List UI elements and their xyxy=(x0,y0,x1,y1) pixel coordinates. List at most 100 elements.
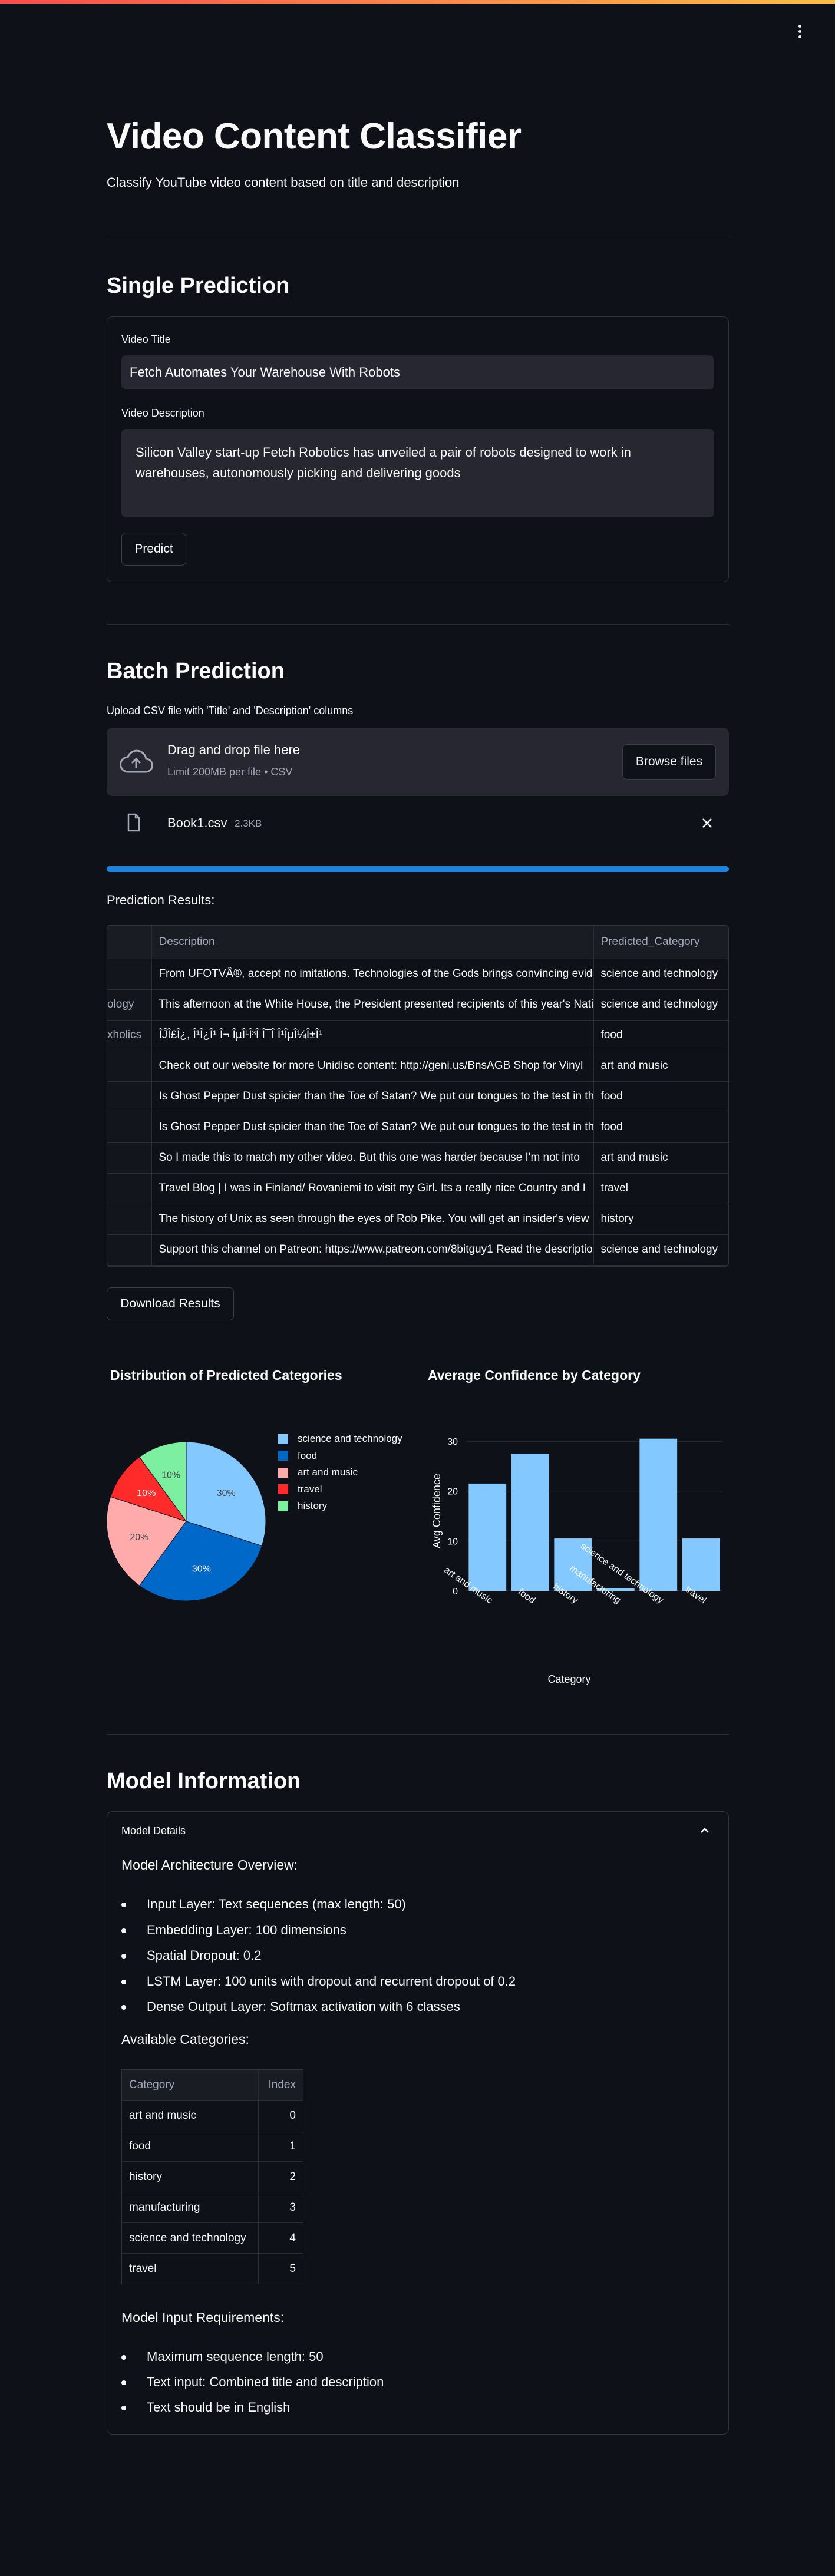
legend-swatch xyxy=(278,1484,288,1494)
legend-item[interactable]: food xyxy=(278,1450,317,1462)
table-row[interactable]: manufacturing 3 xyxy=(121,2192,303,2223)
row-description-cell: ÎĴÎ£Î¿, Î¹Î¿Î¹ Î¬ ÎµÎ¹Î³Î Î¯Î Î¹ÎµÎ¼Î±Î¹ xyxy=(151,1020,594,1051)
table-row[interactable]: So I made this to match my other video. … xyxy=(107,1142,728,1174)
architecture-list-item: Dense Output Layer: Softmax activation w… xyxy=(121,1999,460,2014)
model-details-expander-header[interactable]: Model Details xyxy=(121,1825,186,1837)
legend-item[interactable]: history xyxy=(278,1500,327,1512)
table-row[interactable]: ology This afternoon at the White House, … xyxy=(107,989,728,1021)
row-left-cell xyxy=(107,1173,152,1204)
download-results-button[interactable]: Download Results xyxy=(107,1287,234,1320)
video-title-input[interactable]: Fetch Automates Your Warehouse With Robo… xyxy=(121,355,714,389)
table-row[interactable]: science and technology 4 xyxy=(121,2222,303,2254)
table-row[interactable]: Support this channel on Patreon: https:/… xyxy=(107,1234,728,1266)
browse-files-button[interactable]: Browse files xyxy=(622,744,716,780)
table-row[interactable]: Is Ghost Pepper Dust spicier than the To… xyxy=(107,1081,728,1112)
row-left-cell: xholics xyxy=(107,1020,152,1051)
legend-swatch xyxy=(278,1501,288,1511)
table-row[interactable]: food 1 xyxy=(121,2131,303,2162)
pie-slice-label: 30% xyxy=(192,1564,211,1574)
category-index-cell: 5 xyxy=(258,2253,303,2284)
table-header-row: Description Predicted_Category xyxy=(107,926,728,959)
bar[interactable] xyxy=(511,1454,549,1591)
legend-item[interactable]: art and music xyxy=(278,1467,358,1478)
category-name-cell: food xyxy=(121,2131,259,2162)
table-row[interactable]: Travel Blog | I was in Finland/ Rovaniem… xyxy=(107,1173,728,1204)
file-size: 2.3KB xyxy=(235,818,262,829)
row-category-cell: food xyxy=(593,1112,728,1143)
category-name-cell: science and technology xyxy=(121,2222,259,2254)
table-row[interactable]: Is Ghost Pepper Dust spicier than the To… xyxy=(107,1112,728,1143)
single-prediction-form: Video Title Fetch Automates Your Warehou… xyxy=(107,316,729,582)
row-description-cell: Travel Blog | I was in Finland/ Rovaniem… xyxy=(151,1173,594,1204)
legend-swatch xyxy=(278,1467,288,1478)
bar-chart[interactable]: 0102030art and music food historymanufactu… xyxy=(422,1414,729,1691)
column-header-category[interactable]: Category xyxy=(121,2069,259,2101)
video-description-textarea[interactable]: Silicon Valley start-up Fetch Robotics h… xyxy=(121,429,714,517)
remove-file-icon[interactable] xyxy=(701,817,714,830)
video-title-label: Video Title xyxy=(121,333,171,345)
table-row[interactable]: Check out our website for more Unidisc c… xyxy=(107,1051,728,1082)
x-axis-label: Category xyxy=(547,1673,590,1685)
legend-item[interactable]: travel xyxy=(278,1484,322,1495)
table-row[interactable]: xholics ÎĴÎ£Î¿, Î¹Î¿Î¹ Î¬ ÎµÎ¹Î³Î Î¯Î Î¹Î… xyxy=(107,1020,728,1051)
column-header-index[interactable]: Index xyxy=(258,2069,303,2101)
pie-chart-title: Distribution of Predicted Categories xyxy=(110,1368,342,1383)
category-index-cell: 0 xyxy=(258,2100,303,2131)
row-left-cell xyxy=(107,1051,152,1082)
row-left-cell: ology xyxy=(107,989,152,1021)
upload-label: Upload CSV file with 'Title' and 'Descri… xyxy=(107,705,354,716)
row-category-cell: travel xyxy=(593,1173,728,1204)
table-row[interactable]: From UFOTVÂ®, accept no imitations. Tech… xyxy=(107,959,728,990)
y-axis-label: Avg Confidence xyxy=(431,1474,443,1548)
bar[interactable] xyxy=(682,1538,720,1591)
dropzone-limit: Limit 200MB per file • CSV xyxy=(167,766,293,778)
row-left-cell xyxy=(107,1142,152,1174)
table-row[interactable]: history 2 xyxy=(121,2161,303,2192)
category-name-cell: history xyxy=(121,2161,259,2192)
y-tick-label: 30 xyxy=(447,1437,458,1447)
column-header-description[interactable]: Description xyxy=(151,926,594,959)
pie-chart[interactable]: 30% 30% 20% 10% 10% xyxy=(107,1438,266,1609)
table-row[interactable]: The history of Unix as seen through the … xyxy=(107,1204,728,1235)
main-menu-icon[interactable] xyxy=(793,24,807,40)
bar[interactable] xyxy=(468,1483,507,1591)
results-table[interactable]: Description Predicted_Category From UFOT… xyxy=(107,925,729,1267)
category-name-cell: manufacturing xyxy=(121,2192,259,2223)
pie-slice-label: 10% xyxy=(161,1470,180,1480)
row-category-cell: food xyxy=(593,1020,728,1051)
column-header-predicted-category[interactable]: Predicted_Category xyxy=(593,926,728,959)
table-row[interactable]: travel 5 xyxy=(121,2253,303,2284)
prediction-results-label: Prediction Results: xyxy=(107,893,215,907)
table-row[interactable]: art and music 0 xyxy=(121,2100,303,2131)
category-index-cell: 4 xyxy=(258,2222,303,2254)
app-title: Video Content Classifier xyxy=(107,116,522,157)
row-description-cell: So I made this to match my other video. … xyxy=(151,1142,594,1174)
category-index-cell: 2 xyxy=(258,2161,303,2192)
bar-chart-title: Average Confidence by Category xyxy=(428,1368,641,1383)
column-header-left[interactable] xyxy=(107,926,152,959)
row-left-cell xyxy=(107,1234,152,1266)
row-description-cell: Support this channel on Patreon: https:/… xyxy=(151,1234,594,1266)
y-tick-label: 10 xyxy=(447,1537,458,1547)
predict-button[interactable]: Predict xyxy=(121,533,186,566)
pie-slice-label: 30% xyxy=(217,1488,236,1498)
row-description-cell: From UFOTVÂ®, accept no imitations. Tech… xyxy=(151,959,594,990)
legend-item[interactable]: science and technology xyxy=(278,1433,402,1445)
legend-swatch xyxy=(278,1434,288,1444)
row-category-cell: science and technology xyxy=(593,1234,728,1266)
chevron-up-icon[interactable] xyxy=(699,1825,711,1837)
pie-legend: science and technology food art and music t… xyxy=(278,1433,425,1527)
bar[interactable] xyxy=(639,1438,678,1591)
row-description-cell: The history of Unix as seen through the … xyxy=(151,1204,594,1235)
file-dropzone[interactable]: Drag and drop file here Limit 200MB per … xyxy=(107,728,729,796)
architecture-list-item: Spatial Dropout: 0.2 xyxy=(121,1948,262,1963)
row-left-cell xyxy=(107,1112,152,1143)
categories-table[interactable]: Category Index art and music 0 food 1 histor… xyxy=(121,2069,303,2284)
category-index-cell: 3 xyxy=(258,2192,303,2223)
row-left-cell xyxy=(107,959,152,990)
row-category-cell: food xyxy=(593,1081,728,1112)
legend-label: travel xyxy=(298,1483,322,1495)
model-information-heading: Model Information xyxy=(107,1769,301,1794)
y-tick-label: 20 xyxy=(447,1487,458,1497)
pie-slice-label: 10% xyxy=(137,1488,156,1498)
